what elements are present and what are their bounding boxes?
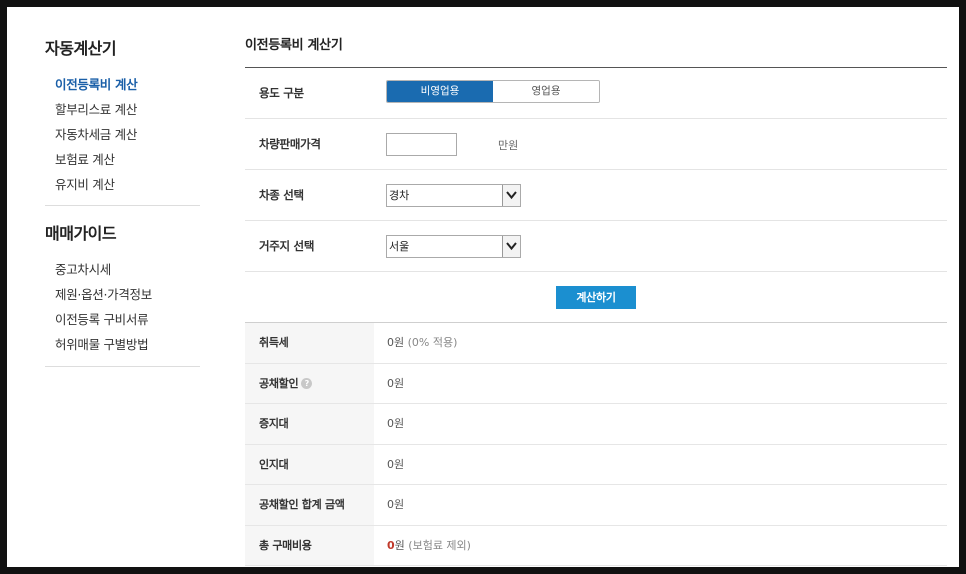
region-value: 서울: [389, 240, 410, 253]
price-input[interactable]: [386, 133, 457, 156]
car-type-select[interactable]: 경차: [386, 184, 521, 207]
region-label: 거주지 선택: [259, 239, 315, 253]
result-value: 0원 (보험료 제외): [387, 538, 471, 552]
car-type-value: 경차: [389, 189, 410, 202]
result-label: 공채할인?: [245, 363, 374, 403]
page: 자동계산기 이전등록비 계산 할부리스료 계산 자동차세금 계산 보험료 계산 …: [7, 7, 959, 567]
usage-row: 용도 구분 비영업용 영업용: [245, 68, 947, 119]
question-icon[interactable]: ?: [301, 378, 313, 389]
usage-option-non-commercial[interactable]: 비영업용: [387, 81, 493, 102]
result-label: 증지대: [245, 404, 374, 444]
usage-label: 용도 구분: [259, 86, 304, 100]
sidebar-calculator-list: 이전등록비 계산 할부리스료 계산 자동차세금 계산 보험료 계산 유지비 계산: [45, 72, 200, 197]
chevron-down-icon[interactable]: [502, 236, 520, 257]
price-unit: 만원: [498, 139, 519, 152]
result-label: 공채할인 합계 금액: [245, 485, 374, 525]
result-row-revenue-stamp: 인지대 0원: [245, 444, 947, 485]
sidebar-item-fake-listing[interactable]: 허위매물 구별방법: [45, 332, 200, 357]
result-value: 0원: [387, 457, 405, 471]
calculate-button[interactable]: 계산하기: [556, 286, 636, 309]
car-type-row: 차종 선택 경차: [245, 170, 947, 221]
sidebar-item-maintenance[interactable]: 유지비 계산: [45, 172, 200, 197]
sidebar-section-title-guide: 매매가이드: [45, 224, 117, 243]
sidebar-item-specs-options[interactable]: 제원·옵션·가격정보: [45, 282, 200, 307]
sidebar-divider: [45, 366, 200, 367]
region-select[interactable]: 서울: [386, 235, 521, 258]
result-label: 인지대: [245, 444, 374, 484]
sidebar-item-insurance[interactable]: 보험료 계산: [45, 147, 200, 172]
result-row-bond-discount: 공채할인? 0원: [245, 363, 947, 404]
sidebar-item-car-tax[interactable]: 자동차세금 계산: [45, 122, 200, 147]
result-value: 0원: [387, 498, 405, 511]
calculator-main: 이전등록비 계산기 용도 구분 비영업용 영업용 차량판매가격 만원 차종 선택…: [245, 35, 947, 566]
car-type-label: 차종 선택: [259, 188, 304, 202]
calculate-row: 계산하기: [245, 272, 947, 323]
price-row: 차량판매가격 만원: [245, 119, 947, 170]
sidebar-section-title-calculators: 자동계산기: [45, 39, 117, 58]
sidebar-item-transfer-documents[interactable]: 이전등록 구비서류: [45, 307, 200, 332]
sidebar-item-used-car-price[interactable]: 중고차시세: [45, 257, 200, 282]
sidebar: 자동계산기 이전등록비 계산 할부리스료 계산 자동차세금 계산 보험료 계산 …: [45, 35, 200, 367]
sidebar-item-installment-lease[interactable]: 할부리스료 계산: [45, 97, 200, 122]
result-label: 취득세: [245, 323, 374, 363]
sidebar-guide-list: 중고차시세 제원·옵션·가격정보 이전등록 구비서류 허위매물 구별방법: [45, 257, 200, 357]
result-value: 0원: [387, 376, 405, 390]
region-row: 거주지 선택 서울: [245, 221, 947, 272]
usage-option-commercial[interactable]: 영업용: [493, 81, 599, 102]
price-label: 차량판매가격: [259, 137, 321, 151]
sidebar-item-transfer-fee[interactable]: 이전등록비 계산: [45, 72, 200, 97]
result-label: 총 구매비용: [245, 525, 374, 565]
result-value: 0원 (0% 적용): [387, 336, 458, 349]
sidebar-divider: [45, 205, 200, 206]
page-title: 이전등록비 계산기: [245, 38, 343, 53]
result-row-stamp-certificate: 증지대 0원: [245, 404, 947, 445]
result-row-acquisition-tax: 취득세 0원 (0% 적용): [245, 323, 947, 364]
result-value: 0원: [387, 417, 405, 430]
chevron-down-icon[interactable]: [502, 185, 520, 206]
usage-toggle: 비영업용 영업용: [386, 80, 600, 103]
result-row-total-cost: 총 구매비용 0원 (보험료 제외): [245, 525, 947, 566]
result-row-bond-total: 공채할인 합계 금액 0원: [245, 485, 947, 526]
